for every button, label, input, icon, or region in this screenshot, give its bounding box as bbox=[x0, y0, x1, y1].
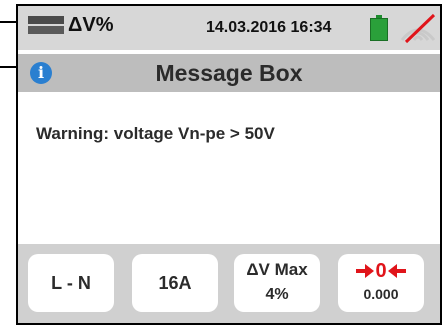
current-rating-label: 16A bbox=[158, 273, 192, 293]
delta-v-max-title: ΔV Max bbox=[246, 260, 308, 279]
date-time: 14.03.2016 16:34 bbox=[206, 19, 332, 36]
zero-offset-value: 0.000 bbox=[363, 286, 399, 302]
battery-icon bbox=[370, 15, 388, 41]
delta-v-max-value: 4% bbox=[265, 286, 289, 303]
message-box-header: i Message Box bbox=[18, 54, 440, 92]
message-box-title: Message Box bbox=[155, 60, 303, 86]
no-signal-icon bbox=[400, 13, 436, 44]
arrow-left-icon bbox=[387, 264, 406, 278]
arrow-right-icon bbox=[356, 264, 375, 278]
soft-key-bar: L - N 16A ΔV Max 4% 0 0.000 bbox=[18, 244, 440, 323]
zero-offset-button[interactable]: 0 0.000 bbox=[338, 254, 424, 312]
instrument-screen: ΔV% 14.03.2016 16:34 i Message Box Warni… bbox=[16, 4, 442, 325]
phase-selector-button[interactable]: L - N bbox=[28, 254, 114, 312]
phase-selector-label: L - N bbox=[51, 273, 91, 293]
warning-message: Warning: voltage Vn-pe > 50V bbox=[36, 124, 275, 143]
current-rating-button[interactable]: 16A bbox=[132, 254, 218, 312]
zero-label: 0 bbox=[375, 260, 387, 282]
status-bar: ΔV% 14.03.2016 16:34 bbox=[18, 6, 440, 50]
mode-label: ΔV% bbox=[68, 14, 114, 36]
delta-v-max-button[interactable]: ΔV Max 4% bbox=[234, 254, 320, 312]
test-mode-icon bbox=[28, 16, 64, 34]
